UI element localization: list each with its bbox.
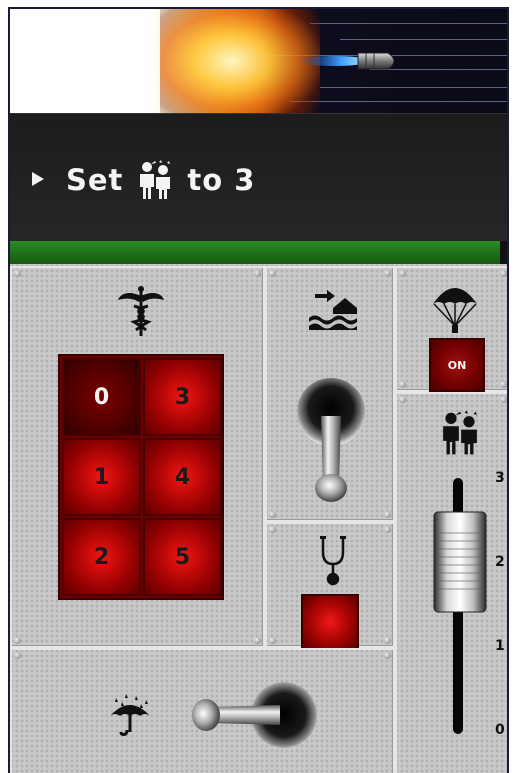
keypad-key-2[interactable]: 2 xyxy=(62,518,141,596)
caduceus-icon xyxy=(118,286,164,336)
slider-scale-label: 1 xyxy=(495,638,505,654)
on-button-label: ON xyxy=(447,358,467,372)
slider-scale-label: 3 xyxy=(495,470,505,486)
slider-scale-label: 2 xyxy=(495,554,505,570)
keypad-key-4[interactable]: 4 xyxy=(143,438,222,516)
slider-scale-label: 0 xyxy=(495,722,505,738)
slider-handle[interactable] xyxy=(433,511,487,613)
parachute-panel: ON xyxy=(395,266,507,392)
instruction-prefix: Set xyxy=(66,163,124,197)
crowd-person-icon xyxy=(443,410,477,455)
flood-panel xyxy=(265,266,395,522)
instruction-text: Set to 3 xyxy=(66,160,255,200)
instruction-suffix: to 3 xyxy=(187,163,256,197)
flood-toggle-switch[interactable] xyxy=(295,376,367,508)
rocket-icon xyxy=(298,52,395,70)
crowd-person-icon xyxy=(140,160,171,199)
instruction-panel: Set to 3 xyxy=(10,113,507,241)
umbrella-rain-icon xyxy=(110,694,150,736)
umbrella-toggle-switch[interactable] xyxy=(188,680,320,750)
keypad-key-0[interactable]: 0 xyxy=(62,358,141,436)
keypad-key-3[interactable]: 3 xyxy=(143,358,222,436)
stethoscope-icon xyxy=(320,536,346,586)
slider-panel: 3 2 1 0 xyxy=(395,392,507,773)
keypad-panel: 031425 xyxy=(10,266,265,648)
play-arrow-icon xyxy=(32,172,44,186)
flood-house-icon xyxy=(309,290,357,330)
stethoscope-panel xyxy=(265,522,395,650)
keypad-key-5[interactable]: 5 xyxy=(143,518,222,596)
control-board: 031425 ON 3 2 1 0 xyxy=(10,264,507,773)
explosion-banner xyxy=(10,9,507,113)
parachute-icon xyxy=(433,288,477,333)
timer-fill xyxy=(10,241,501,264)
game-frame: Set to 3 0 3 1 4 2 5 ON 3 2 1 0 xyxy=(8,7,509,773)
umbrella-panel xyxy=(10,648,395,773)
timer-bar xyxy=(10,241,507,264)
on-button[interactable]: ON xyxy=(429,338,485,392)
keypad-key-1[interactable]: 1 xyxy=(62,438,141,516)
keypad: 031425 xyxy=(58,354,224,600)
stethoscope-button[interactable] xyxy=(301,594,359,650)
